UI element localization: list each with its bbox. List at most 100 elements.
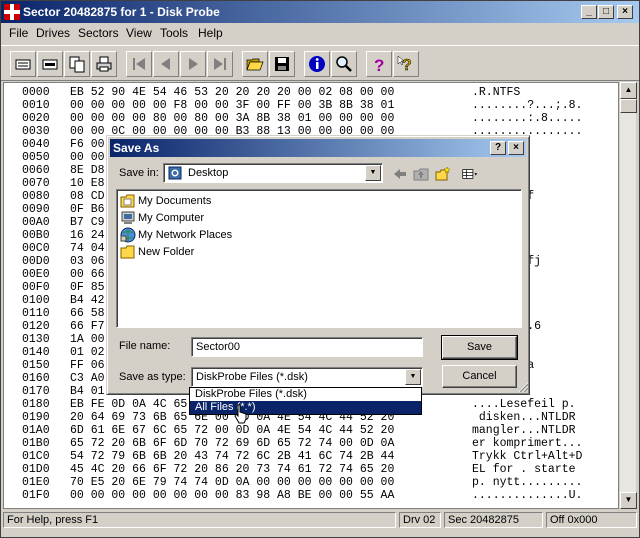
list-item-new-folder[interactable]: New Folder	[120, 244, 194, 260]
window-title: Sector 20482875 for 1 - Disk Probe	[23, 5, 220, 19]
close-button[interactable]: ×	[617, 5, 633, 19]
cancel-button[interactable]: Cancel	[442, 365, 517, 388]
hex-bytes: 0F 85	[70, 281, 105, 294]
hex-ascii: ........:.8.....	[472, 112, 583, 125]
menu-help[interactable]: Help	[198, 26, 223, 40]
hex-bytes: 6D 61 6E 67 6C 65 72 00 0D 0A 4E 54 4C 4…	[70, 424, 395, 437]
hex-offset: 0180	[22, 398, 50, 411]
hex-bytes: 54 72 79 6B 6B 20 43 74 72 6C 2B 41 6C 7…	[70, 450, 395, 463]
hex-offset: 0140	[22, 346, 50, 359]
dialog-title: Save As	[113, 141, 160, 155]
open-file-button[interactable]	[242, 51, 268, 77]
menu-sectors[interactable]: Sectors	[78, 26, 119, 40]
hex-bytes: 70 E5 20 6E 79 74 74 0D 0A 00 00 00 00 0…	[70, 476, 395, 489]
save-in-combo[interactable]: Desktop ▼	[163, 163, 383, 183]
menu-view[interactable]: View	[126, 26, 152, 40]
scroll-up-button[interactable]: ▲	[620, 82, 637, 99]
save-file-button[interactable]	[269, 51, 295, 77]
maximize-button[interactable]: □	[598, 5, 614, 19]
dialog-title-bar[interactable]: Save As ? ×	[110, 139, 526, 157]
write-sector-icon	[42, 59, 58, 70]
hex-offset: 0120	[22, 320, 50, 333]
hex-bytes: 08 CD	[70, 190, 105, 203]
save-as-dialog: Save As ? × Save in: Desktop ▼ My Docume…	[106, 135, 530, 395]
search-button[interactable]	[331, 51, 357, 77]
dialog-close-button[interactable]: ×	[508, 141, 524, 155]
list-item-my-documents[interactable]: My Documents	[120, 193, 211, 209]
hex-bytes: F6 00	[70, 138, 105, 151]
info-button[interactable]	[304, 51, 330, 77]
menu-drives[interactable]: Drives	[36, 26, 70, 40]
hex-bytes: 00 00	[70, 151, 105, 164]
dialog-help-button[interactable]: ?	[490, 141, 506, 155]
read-sector-button[interactable]	[10, 51, 36, 77]
save-in-label: Save in:	[119, 167, 159, 179]
vertical-scrollbar[interactable]: ▲ ▼	[619, 82, 637, 509]
status-sector: Sec 20482875	[444, 512, 543, 528]
first-sector-button[interactable]	[126, 51, 152, 77]
hex-bytes: 01 02	[70, 346, 105, 359]
scroll-down-button[interactable]: ▼	[620, 492, 637, 509]
menu-file[interactable]: File	[9, 26, 28, 40]
info-icon	[309, 56, 325, 72]
folder-icon	[120, 245, 135, 259]
save-as-type-combo[interactable]: DiskProbe Files (*.dsk) ▼	[191, 367, 423, 387]
write-sector-button[interactable]	[37, 51, 63, 77]
hex-bytes: 10 E8	[70, 177, 105, 190]
chevron-down-icon[interactable]: ▼	[365, 165, 381, 181]
desktop-icon	[168, 166, 182, 180]
hex-offset: 0190	[22, 411, 50, 424]
save-as-type-label: Save as type:	[119, 371, 186, 383]
hex-bytes: 0F B6	[70, 203, 105, 216]
option-all-files[interactable]: All Files (*.*)	[190, 401, 421, 414]
save-button[interactable]: Save	[441, 335, 518, 360]
context-help-button[interactable]: ?	[393, 51, 419, 77]
hex-offset: 01A0	[22, 424, 50, 437]
chevron-down-icon[interactable]: ▼	[405, 369, 421, 385]
up-folder-icon	[413, 168, 429, 181]
resize-grip-icon[interactable]	[518, 382, 529, 393]
file-list[interactable]: My Documents My Computer My Network Plac…	[116, 189, 522, 328]
hex-ascii: .R.NTFS	[472, 86, 521, 99]
up-one-level-button[interactable]	[411, 164, 431, 184]
previous-sector-button[interactable]	[153, 51, 179, 77]
hex-ascii: ....Lesefeil p.	[472, 398, 576, 411]
next-sector-button[interactable]	[180, 51, 206, 77]
hex-offset: 00E0	[22, 268, 50, 281]
next-sector-icon	[189, 58, 198, 70]
hex-offset: 0070	[22, 177, 50, 190]
mouse-pointer-icon	[234, 404, 247, 424]
first-sector-icon	[133, 58, 145, 70]
scroll-thumb[interactable]	[620, 99, 637, 113]
help-icon: ?	[374, 56, 384, 73]
open-file-icon	[246, 58, 264, 71]
hex-offset: 0130	[22, 333, 50, 346]
file-name-input[interactable]	[191, 337, 423, 357]
hex-bytes: 45 4C 20 66 6F 72 20 86 20 73 74 61 72 7…	[70, 463, 395, 476]
option-diskprobe-files[interactable]: DiskProbe Files (*.dsk)	[190, 388, 421, 401]
title-bar[interactable]: Sector 20482875 for 1 - Disk Probe _ □ ×	[1, 1, 639, 23]
status-offset: Off 0x000	[546, 512, 637, 528]
hex-offset: 00C0	[22, 242, 50, 255]
hex-ascii: EL for . starte	[472, 463, 576, 476]
list-item-my-computer[interactable]: My Computer	[120, 210, 204, 226]
minimize-button[interactable]: _	[581, 5, 597, 19]
hex-offset: 0110	[22, 307, 50, 320]
hex-ascii: disken...NTLDR	[472, 411, 576, 424]
view-menu-button[interactable]	[457, 164, 483, 184]
copy-button[interactable]	[64, 51, 90, 77]
help-button[interactable]: ?	[366, 51, 392, 77]
hex-bytes: C3 A0	[70, 372, 105, 385]
back-button[interactable]	[390, 164, 410, 184]
menu-bar: File Drives Sectors View Tools Help	[1, 23, 639, 43]
last-sector-button[interactable]	[207, 51, 233, 77]
hex-offset: 00B0	[22, 229, 50, 242]
list-item-my-network-places[interactable]: My Network Places	[120, 227, 232, 243]
hex-offset: 00D0	[22, 255, 50, 268]
item-label: My Computer	[138, 212, 205, 224]
create-new-folder-button[interactable]	[433, 164, 453, 184]
menu-tools[interactable]: Tools	[160, 26, 188, 40]
hex-offset: 0000	[22, 86, 50, 99]
hex-offset: 0080	[22, 190, 50, 203]
print-button[interactable]	[91, 51, 117, 77]
